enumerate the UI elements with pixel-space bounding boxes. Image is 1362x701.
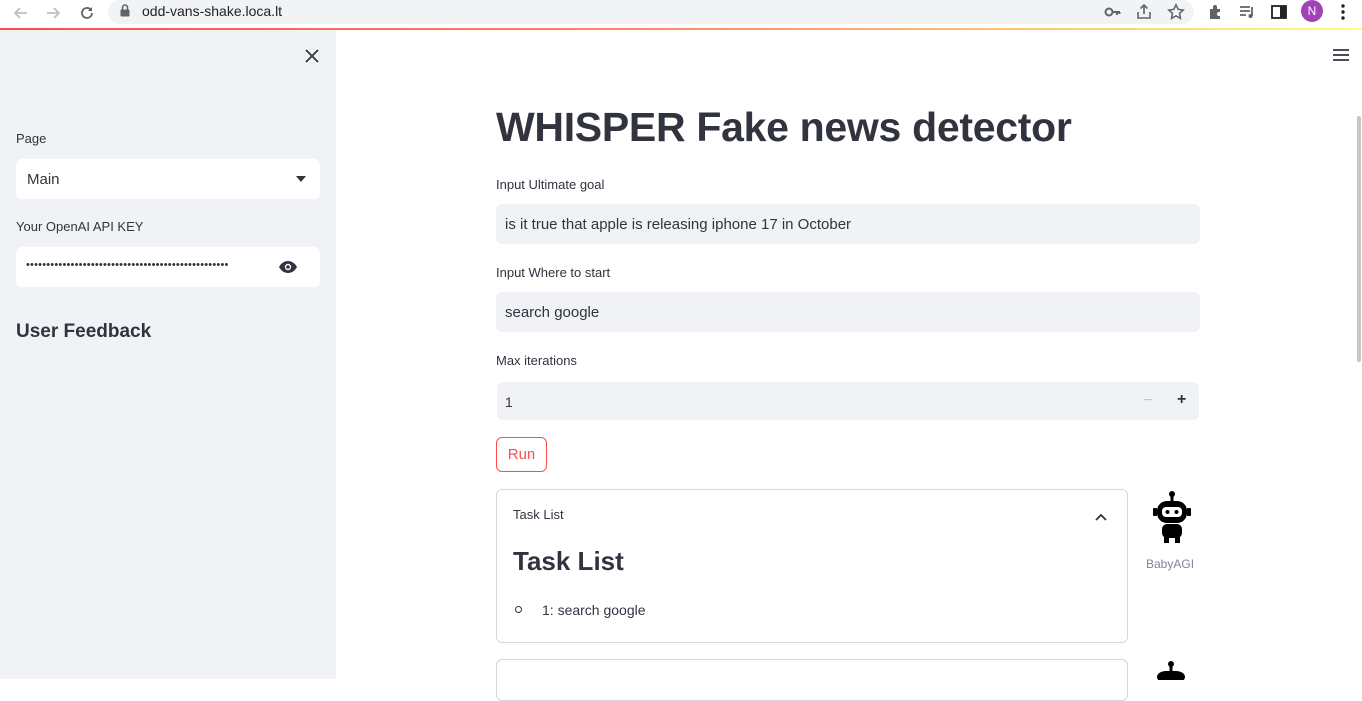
close-icon xyxy=(305,49,319,63)
goal-label: Input Ultimate goal xyxy=(496,177,605,192)
address-bar[interactable]: odd-vans-shake.loca.lt xyxy=(108,0,1194,24)
api-key-input[interactable]: ••••••••••••••••••••••••••••••••••••••••… xyxy=(16,247,320,287)
increment-button[interactable]: + xyxy=(1177,391,1186,409)
page-select-label: Page xyxy=(16,131,47,146)
expander-header[interactable]: Task List xyxy=(513,507,564,522)
scrollbar[interactable] xyxy=(1357,116,1361,362)
goal-input-value: is it true that apple is releasing iphon… xyxy=(505,216,852,233)
task-list-expander: Task List Task List 1: search google xyxy=(496,489,1128,643)
eye-icon[interactable] xyxy=(278,260,298,279)
page-select[interactable]: Main xyxy=(16,159,320,199)
max-iterations-value: 1 xyxy=(505,394,513,410)
goal-input[interactable]: is it true that apple is releasing iphon… xyxy=(496,204,1200,244)
api-key-label: Your OpenAI API KEY xyxy=(16,219,144,234)
decrement-button[interactable]: − xyxy=(1143,392,1152,410)
bot-name: BabyAGI xyxy=(1146,557,1195,571)
user-feedback-heading: User Feedback xyxy=(16,321,152,342)
start-label: Input Where to start xyxy=(496,265,611,280)
forward-button[interactable] xyxy=(42,2,64,24)
max-iterations-label: Max iterations xyxy=(496,353,577,368)
reload-button[interactable] xyxy=(76,2,98,24)
extensions-icon[interactable] xyxy=(1207,3,1225,26)
start-input-value: search google xyxy=(505,304,600,321)
page-title: WHISPER Fake news detector xyxy=(496,104,1072,150)
bookmark-star-icon[interactable] xyxy=(1167,3,1185,26)
side-panel-icon[interactable] xyxy=(1270,3,1288,26)
kebab-menu-icon[interactable] xyxy=(1336,3,1350,26)
bullet-icon xyxy=(515,606,522,613)
media-queue-icon[interactable] xyxy=(1238,3,1256,26)
close-sidebar-button[interactable] xyxy=(302,46,322,66)
hamburger-menu-icon[interactable] xyxy=(1333,48,1349,66)
sidebar: Page Main Your OpenAI API KEY ••••••••••… xyxy=(0,30,336,679)
chevron-up-icon[interactable] xyxy=(1095,508,1107,526)
lock-icon xyxy=(120,4,130,22)
task-list-title: Task List xyxy=(513,546,624,576)
browser-toolbar: odd-vans-shake.loca.lt N xyxy=(0,0,1362,28)
url-text: odd-vans-shake.loca.lt xyxy=(142,3,283,19)
second-expander xyxy=(496,659,1128,701)
list-item: 1: search google xyxy=(542,602,646,618)
profile-avatar[interactable]: N xyxy=(1301,0,1323,22)
chevron-down-icon xyxy=(296,176,306,182)
share-icon[interactable] xyxy=(1135,3,1153,26)
start-input[interactable]: search google xyxy=(496,292,1200,332)
arrow-right-icon xyxy=(47,7,61,19)
key-icon[interactable] xyxy=(1104,3,1122,26)
back-button[interactable] xyxy=(10,2,32,24)
page-select-value: Main xyxy=(27,171,60,188)
run-button[interactable]: Run xyxy=(496,437,547,472)
api-key-value: ••••••••••••••••••••••••••••••••••••••••… xyxy=(26,259,229,271)
max-iterations-input[interactable]: 1 − + xyxy=(497,382,1199,420)
robot-icon xyxy=(1151,490,1193,549)
robot-icon xyxy=(1153,660,1189,685)
arrow-left-icon xyxy=(13,7,27,19)
reload-icon xyxy=(81,7,93,19)
